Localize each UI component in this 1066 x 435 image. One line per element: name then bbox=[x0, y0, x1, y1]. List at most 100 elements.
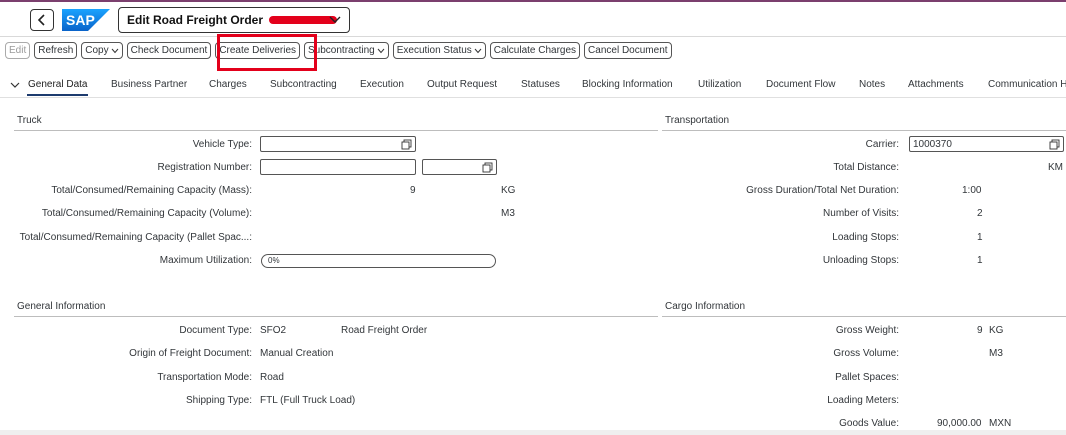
total-distance-unit: KM bbox=[1048, 162, 1063, 173]
cargo-section-line bbox=[662, 316, 1066, 317]
gross-weight-unit: KG bbox=[989, 325, 1004, 336]
max-utilization-bar: 0% bbox=[261, 254, 496, 268]
edit-button-label: Edit bbox=[9, 45, 27, 56]
chevron-down-icon bbox=[474, 48, 482, 53]
capacity-volume-label: Total/Consumed/Remaining Capacity (Volum… bbox=[41, 208, 252, 219]
number-of-visits-label: Number of Visits: bbox=[823, 208, 899, 219]
gross-volume-unit: M3 bbox=[989, 348, 1003, 359]
goods-value-label: Goods Value: bbox=[839, 418, 899, 429]
tab-blocking-information[interactable]: Blocking Information bbox=[582, 79, 673, 90]
tab-execution[interactable]: Execution bbox=[360, 79, 404, 90]
value-help-icon[interactable] bbox=[401, 139, 412, 150]
pallet-spaces-label: Pallet Spaces: bbox=[835, 372, 899, 383]
collapse-chevron-icon[interactable] bbox=[10, 82, 20, 89]
carrier-input[interactable]: 1000370 bbox=[909, 136, 1064, 152]
shipping-type-label: Shipping Type: bbox=[186, 395, 252, 406]
tab-utilization[interactable]: Utilization bbox=[698, 79, 741, 90]
copy-menu-button[interactable]: Copy bbox=[81, 42, 123, 59]
general-info-section-line bbox=[14, 316, 658, 317]
tab-charges[interactable]: Charges bbox=[209, 79, 247, 90]
sap-logo-text: SAP bbox=[66, 12, 95, 28]
duration-label: Gross Duration/Total Net Duration: bbox=[746, 185, 899, 196]
shell-bar: SAP Edit Road Freight Order bbox=[0, 2, 1066, 35]
redaction-mark bbox=[269, 16, 338, 24]
back-button[interactable] bbox=[30, 9, 54, 31]
capacity-mass-unit: KG bbox=[501, 185, 516, 196]
chevron-down-icon bbox=[377, 48, 385, 53]
vehicle-type-label: Vehicle Type: bbox=[192, 139, 252, 150]
tab-subcontracting[interactable]: Subcontracting bbox=[270, 79, 337, 90]
calculate-charges-button[interactable]: Calculate Charges bbox=[489, 42, 581, 59]
registration-country-input[interactable] bbox=[422, 159, 497, 175]
tab-bar: General Data Business Partner Charges Su… bbox=[0, 76, 1066, 96]
sap-logo[interactable]: SAP bbox=[62, 9, 110, 31]
document-type-label: Document Type: bbox=[179, 325, 252, 336]
tab-business-partner[interactable]: Business Partner bbox=[111, 79, 187, 90]
tab-output-request[interactable]: Output Request bbox=[427, 79, 497, 90]
goods-value-currency: MXN bbox=[989, 418, 1012, 429]
edit-button[interactable]: Edit bbox=[5, 42, 31, 59]
execution-status-label: Execution Status bbox=[396, 45, 472, 56]
registration-number-input[interactable] bbox=[260, 159, 416, 175]
bottom-edge bbox=[0, 430, 1066, 435]
shipping-type-value: FTL (Full Truck Load) bbox=[260, 395, 356, 406]
tab-general-data[interactable]: General Data bbox=[28, 79, 87, 90]
annotation-highlight-box bbox=[217, 34, 317, 71]
total-distance-label: Total Distance: bbox=[833, 162, 899, 173]
loading-stops-value: 1 bbox=[977, 232, 983, 243]
unloading-stops-label: Unloading Stops: bbox=[822, 255, 899, 266]
subcontracting-button-label: Subcontracting bbox=[308, 45, 375, 56]
tab-notes[interactable]: Notes bbox=[859, 79, 885, 90]
gross-weight-label: Gross Weight: bbox=[835, 325, 899, 336]
calculate-charges-label: Calculate Charges bbox=[493, 45, 577, 56]
vehicle-type-input[interactable] bbox=[260, 136, 416, 152]
shell-divider bbox=[0, 36, 1066, 37]
chevron-down-icon bbox=[111, 48, 118, 53]
goods-value-amount: 90,000.00 bbox=[937, 418, 982, 429]
transportation-mode-value: Road bbox=[260, 372, 284, 383]
max-utilization-label: Maximum Utilization: bbox=[159, 255, 252, 266]
gross-weight-value: 9 bbox=[977, 325, 983, 336]
toolbar: Edit Refresh Copy Check Document Create … bbox=[5, 42, 672, 59]
carrier-label: Carrier: bbox=[865, 139, 899, 150]
chevron-left-icon bbox=[37, 14, 45, 26]
capacity-mass-value: 9 bbox=[410, 185, 416, 196]
registration-number-label: Registration Number: bbox=[157, 162, 252, 173]
truck-section-title: Truck bbox=[17, 115, 42, 126]
value-help-icon[interactable] bbox=[482, 162, 493, 173]
tab-attachments[interactable]: Attachments bbox=[908, 79, 964, 90]
cargo-section-title: Cargo Information bbox=[665, 301, 746, 312]
number-of-visits-value: 2 bbox=[977, 208, 983, 219]
tab-communication[interactable]: Communication H bbox=[988, 79, 1066, 90]
check-document-button[interactable]: Check Document bbox=[126, 42, 212, 59]
truck-section-line bbox=[14, 130, 658, 131]
origin-label: Origin of Freight Document: bbox=[129, 348, 252, 359]
cancel-document-button[interactable]: Cancel Document bbox=[584, 42, 672, 59]
active-tab-indicator bbox=[27, 94, 88, 96]
transportation-mode-label: Transportation Mode: bbox=[157, 372, 252, 383]
loading-meters-label: Loading Meters: bbox=[827, 395, 899, 406]
value-help-icon[interactable] bbox=[1049, 139, 1060, 150]
max-utilization-text: 0% bbox=[268, 256, 280, 265]
tab-document-flow[interactable]: Document Flow bbox=[766, 79, 835, 90]
capacity-pallet-label: Total/Consumed/Remaining Capacity (Palle… bbox=[19, 232, 252, 243]
carrier-value: 1000370 bbox=[913, 138, 952, 150]
loading-stops-label: Loading Stops: bbox=[832, 232, 899, 243]
tabs-divider bbox=[0, 97, 1066, 98]
document-type-description: Road Freight Order bbox=[341, 325, 428, 336]
refresh-button-label: Refresh bbox=[38, 45, 74, 56]
check-document-label: Check Document bbox=[130, 45, 208, 56]
copy-button-label: Copy bbox=[85, 45, 109, 56]
duration-value: 1:00 bbox=[962, 185, 982, 196]
capacity-mass-label: Total/Consumed/Remaining Capacity (Mass)… bbox=[51, 185, 252, 196]
refresh-button[interactable]: Refresh bbox=[34, 42, 78, 59]
transportation-section-line bbox=[662, 130, 1066, 131]
document-type-code: SFO2 bbox=[260, 325, 287, 336]
execution-status-menu-button[interactable]: Execution Status bbox=[392, 42, 486, 59]
cancel-document-label: Cancel Document bbox=[588, 45, 668, 56]
app-title-menu[interactable]: Edit Road Freight Order bbox=[118, 7, 350, 33]
tab-statuses[interactable]: Statuses bbox=[521, 79, 560, 90]
chevron-down-icon bbox=[329, 16, 341, 23]
gross-volume-label: Gross Volume: bbox=[833, 348, 899, 359]
app-title: Edit Road Freight Order bbox=[127, 13, 264, 27]
